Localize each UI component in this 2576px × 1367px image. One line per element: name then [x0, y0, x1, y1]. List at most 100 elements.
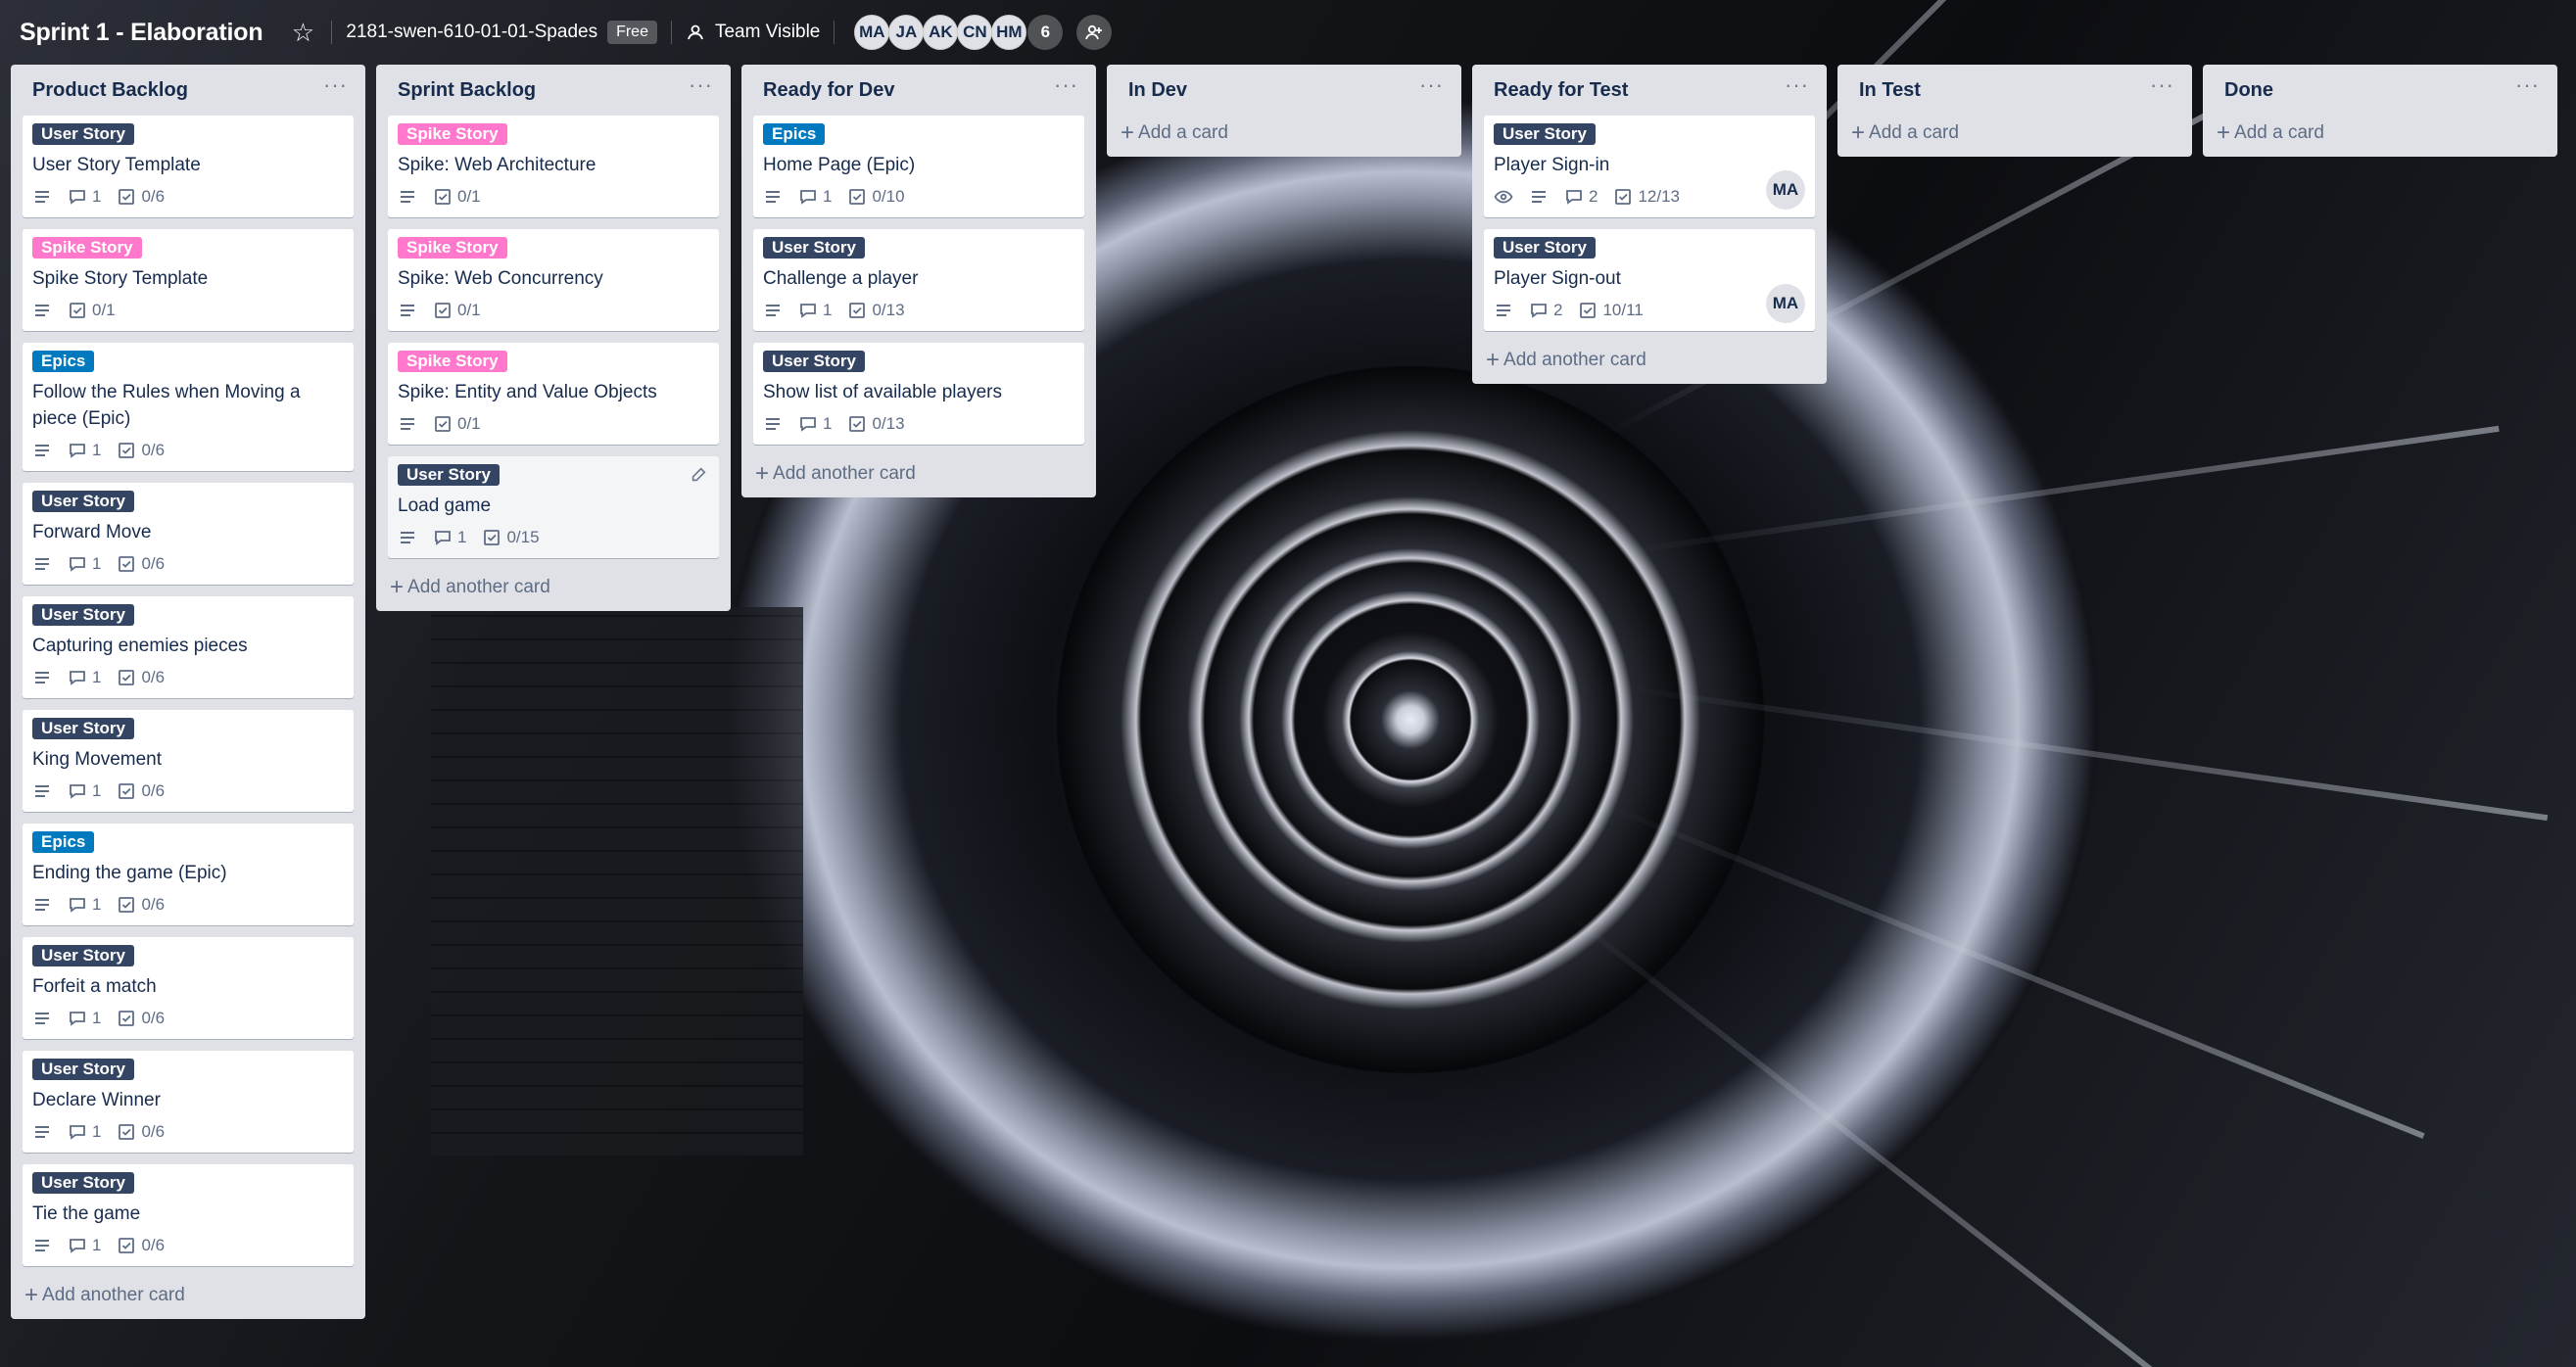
- list-menu-icon[interactable]: ···: [1785, 74, 1815, 96]
- team-name[interactable]: 2181-swen-610-01-01-Spades: [346, 22, 597, 43]
- list-menu-icon[interactable]: ···: [2515, 74, 2546, 96]
- checklist-icon: [433, 414, 453, 434]
- list-title[interactable]: Product Backlog: [32, 79, 188, 102]
- card[interactable]: User Story Challenge a player 1 0/13: [753, 229, 1084, 331]
- card[interactable]: Epics Home Page (Epic) 1 0/10: [753, 116, 1084, 217]
- card-label[interactable]: User Story: [32, 604, 134, 626]
- add-card-button[interactable]: + Add another card: [388, 570, 719, 601]
- comments-badge: 1: [68, 1122, 101, 1142]
- card[interactable]: User Story Load game 1 0/15: [388, 456, 719, 558]
- card-member-avatar[interactable]: MA: [1766, 284, 1805, 323]
- card-label[interactable]: User Story: [32, 123, 134, 145]
- list-menu-icon[interactable]: ···: [2150, 74, 2180, 96]
- card[interactable]: User Story Forfeit a match 1 0/6: [23, 937, 354, 1039]
- card-label[interactable]: Epics: [32, 351, 95, 372]
- list-done: Done ··· + Add a card: [2203, 65, 2557, 157]
- list-title[interactable]: Done: [2224, 79, 2273, 102]
- card[interactable]: Epics Follow the Rules when Moving a piec…: [23, 343, 354, 471]
- list-menu-icon[interactable]: ···: [689, 74, 719, 96]
- pencil-icon[interactable]: [690, 466, 707, 484]
- card-label[interactable]: User Story: [763, 351, 865, 372]
- comment-count: 1: [92, 187, 102, 206]
- card-label[interactable]: Spike Story: [398, 123, 507, 145]
- background-rail: [1565, 911, 2187, 1367]
- checklist-icon: [1613, 187, 1633, 207]
- list-title[interactable]: Ready for Dev: [763, 79, 895, 102]
- add-card-button[interactable]: + Add a card: [1849, 116, 2180, 147]
- card-label[interactable]: User Story: [1494, 237, 1596, 259]
- card-label[interactable]: User Story: [32, 718, 134, 739]
- card-label[interactable]: User Story: [1494, 123, 1596, 145]
- card-title: Forfeit a match: [32, 976, 157, 997]
- list-title[interactable]: In Dev: [1128, 79, 1187, 102]
- checklist-count: 10/11: [1602, 301, 1644, 319]
- more-members-button[interactable]: 6: [1027, 15, 1064, 50]
- card[interactable]: User Story Declare Winner 1 0/6: [23, 1051, 354, 1153]
- list-title[interactable]: Ready for Test: [1494, 79, 1628, 102]
- member-avatar[interactable]: CN: [957, 15, 993, 50]
- card-label[interactable]: User Story: [32, 945, 134, 966]
- card[interactable]: User Story King Movement 1 0/6: [23, 710, 354, 812]
- checklist-count: 0/6: [141, 1122, 166, 1141]
- card[interactable]: User Story Player Sign-out 2 10/11 MA: [1484, 229, 1815, 331]
- card-label[interactable]: User Story: [32, 1172, 134, 1194]
- card-title: User Story Template: [32, 155, 201, 175]
- card-label[interactable]: Epics: [763, 123, 826, 145]
- list-menu-icon[interactable]: ···: [1419, 74, 1450, 96]
- card-title: Player Sign-out: [1494, 268, 1621, 289]
- invite-member-button[interactable]: [1076, 15, 1113, 50]
- comment-icon: [68, 781, 87, 801]
- card[interactable]: User Story Show list of available players…: [753, 343, 1084, 445]
- add-card-button[interactable]: + Add another card: [753, 456, 1084, 488]
- list-title[interactable]: In Test: [1859, 79, 1921, 102]
- checklist-count: 0/1: [457, 301, 481, 319]
- add-card-button[interactable]: + Add another card: [1484, 343, 1815, 374]
- card[interactable]: Spike Story Spike Story Template 0/1: [23, 229, 354, 331]
- card-member-avatar[interactable]: MA: [1766, 170, 1805, 210]
- comments-badge: 1: [68, 781, 101, 801]
- checklist-count: 0/10: [872, 187, 905, 206]
- card-label[interactable]: Spike Story: [32, 237, 142, 259]
- card[interactable]: User Story Player Sign-in 2 12/13 MA: [1484, 116, 1815, 217]
- member-avatar[interactable]: HM: [991, 15, 1027, 50]
- member-avatar[interactable]: MA: [854, 15, 890, 50]
- checklist-icon: [847, 301, 867, 320]
- card[interactable]: Spike Story Spike: Entity and Value Objec…: [388, 343, 719, 445]
- card-label[interactable]: Epics: [32, 831, 95, 853]
- star-icon[interactable]: ☆: [288, 18, 317, 47]
- list-title[interactable]: Sprint Backlog: [398, 79, 536, 102]
- list-menu-icon[interactable]: ···: [323, 74, 354, 96]
- checklist-icon: [117, 441, 136, 460]
- card[interactable]: Spike Story Spike: Web Architecture 0/1: [388, 116, 719, 217]
- checklist-icon: [117, 187, 136, 207]
- card[interactable]: Spike Story Spike: Web Concurrency 0/1: [388, 229, 719, 331]
- visibility-button[interactable]: Team Visible: [686, 22, 820, 43]
- checklist-badge: 0/1: [433, 301, 481, 320]
- member-avatar[interactable]: JA: [888, 15, 925, 50]
- card-label[interactable]: User Story: [32, 1059, 134, 1080]
- comment-count: 1: [92, 895, 102, 914]
- card[interactable]: User Story Capturing enemies pieces 1 0/6: [23, 596, 354, 698]
- card[interactable]: Epics Ending the game (Epic) 1 0/6: [23, 824, 354, 925]
- card-label[interactable]: User Story: [32, 491, 134, 512]
- add-card-label: Add a card: [2234, 122, 2324, 143]
- comments-badge: 2: [1564, 187, 1598, 207]
- add-card-button[interactable]: + Add a card: [2215, 116, 2546, 147]
- card-label[interactable]: Spike Story: [398, 351, 507, 372]
- card-label[interactable]: User Story: [763, 237, 865, 259]
- card-title: Show list of available players: [763, 382, 1002, 402]
- card[interactable]: User Story Forward Move 1 0/6: [23, 483, 354, 585]
- member-avatar[interactable]: AK: [923, 15, 959, 50]
- add-card-label: Add another card: [42, 1285, 185, 1305]
- card[interactable]: User Story Tie the game 1 0/6: [23, 1164, 354, 1266]
- checklist-count: 0/6: [141, 554, 166, 573]
- board-title[interactable]: Sprint 1 - Elaboration: [20, 19, 263, 47]
- card-label[interactable]: User Story: [398, 464, 500, 486]
- card[interactable]: User Story User Story Template 1 0/6: [23, 116, 354, 217]
- card-badges: 1 0/6: [32, 667, 344, 688]
- card-label[interactable]: Spike Story: [398, 237, 507, 259]
- checklist-badge: 0/6: [117, 668, 165, 687]
- add-card-button[interactable]: + Add another card: [23, 1278, 354, 1309]
- add-card-button[interactable]: + Add a card: [1119, 116, 1450, 147]
- list-menu-icon[interactable]: ···: [1054, 74, 1084, 96]
